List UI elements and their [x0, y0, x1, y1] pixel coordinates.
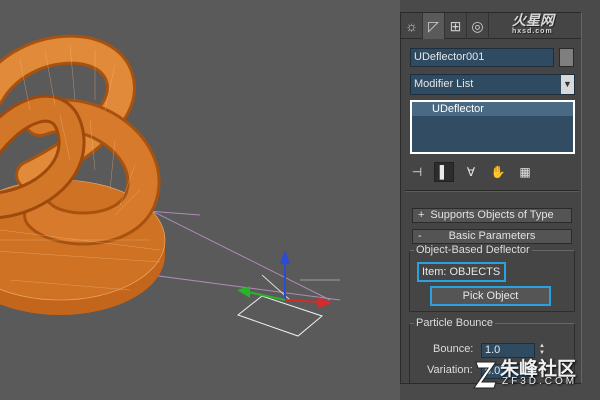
- pick-object-button[interactable]: Pick Object: [430, 286, 551, 306]
- modifier-list-label: Modifier List: [414, 78, 474, 90]
- modify-tab-icon[interactable]: ◸: [423, 13, 445, 39]
- group-label: Particle Bounce: [414, 317, 496, 329]
- object-color-swatch[interactable]: [559, 48, 574, 67]
- remove-modifier-icon[interactable]: ✋: [488, 162, 508, 182]
- rollout-collapse-icon: -: [418, 230, 422, 242]
- rollout-supports-objects[interactable]: + Supports Objects of Type: [412, 208, 572, 223]
- zf3d-watermark: 朱峰社区 ZF3D.COM: [472, 354, 598, 396]
- object-name-field[interactable]: UDeflector001: [410, 48, 554, 67]
- zf3d-logo-icon: [473, 361, 497, 389]
- variation-label: Variation:: [427, 364, 473, 376]
- chevron-down-icon[interactable]: ▼: [561, 75, 574, 94]
- modifier-list-dropdown[interactable]: Modifier List ▼: [410, 74, 575, 95]
- rollout-title: Supports Objects of Type: [430, 209, 554, 221]
- pin-stack-icon[interactable]: ⊣: [407, 162, 427, 182]
- rollout-basic-parameters[interactable]: - Basic Parameters: [412, 229, 572, 244]
- create-tab-icon[interactable]: ☼: [401, 13, 423, 39]
- command-panel: ☼ ◸ ⊞ ◎ UDeflector001 Modifier List ▼ UD…: [400, 12, 582, 384]
- watermark-url: hxsd.com: [512, 28, 553, 35]
- configure-sets-icon[interactable]: ▦: [515, 162, 535, 182]
- rollout-expand-icon: +: [418, 209, 425, 221]
- hierarchy-tab-icon[interactable]: ⊞: [445, 13, 467, 39]
- stack-toolbar: ⊣ ▌ ∀ ✋ ▦: [407, 161, 577, 183]
- bounce-label: Bounce:: [433, 343, 474, 355]
- show-end-result-icon[interactable]: ▌: [434, 162, 454, 182]
- watermark-brand: 火星网: [512, 12, 554, 28]
- watermark-url: ZF3D.COM: [502, 376, 578, 387]
- stack-item-udeflector[interactable]: UDeflector: [412, 102, 573, 116]
- hxsd-watermark: 火星网 hxsd.com: [512, 10, 592, 35]
- panel-divider: [405, 190, 579, 192]
- modifier-stack[interactable]: UDeflector: [410, 100, 575, 154]
- viewport-scene: [0, 34, 341, 337]
- motion-tab-icon[interactable]: ◎: [467, 13, 489, 39]
- rollout-title: Basic Parameters: [448, 230, 536, 242]
- group-label: Object-Based Deflector: [414, 244, 532, 256]
- make-unique-icon[interactable]: ∀: [461, 162, 481, 182]
- viewport-perspective[interactable]: [0, 0, 400, 400]
- item-objects-label: Item: OBJECTS: [417, 262, 506, 282]
